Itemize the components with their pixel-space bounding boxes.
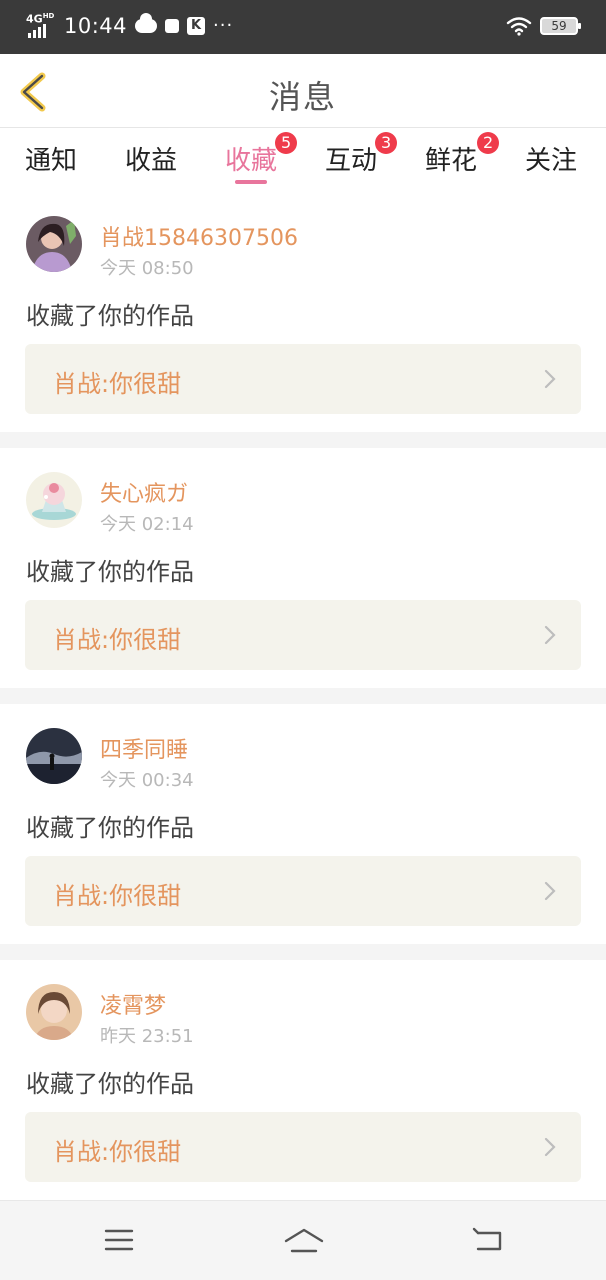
home-icon[interactable] [283, 1227, 325, 1257]
action-text: 收藏了你的作品 [26, 814, 194, 842]
status-bar: 4GHD 10:44 K ··· 59 [0, 0, 606, 54]
tab-interactions[interactable]: 互动 3 [325, 132, 398, 177]
user-avatar[interactable] [26, 216, 82, 272]
tab-label: 互动 [325, 146, 378, 176]
notification-item: 四季同睡 今天 00:34 收藏了你的作品 肖战:你很甜 [0, 704, 606, 944]
unread-badge: 3 [375, 132, 398, 154]
unread-badge: 5 [275, 132, 298, 154]
menu-icon[interactable] [104, 1227, 134, 1253]
avatar-cupcake-icon [26, 472, 82, 528]
work-title: 肖战:你很甜 [53, 882, 182, 910]
username[interactable]: 失心疯ガ [100, 476, 188, 508]
work-link[interactable]: 肖战:你很甜 [25, 1112, 581, 1182]
system-nav-bar [0, 1200, 606, 1280]
tab-label: 收益 [125, 146, 178, 176]
divider [0, 944, 606, 960]
clock: 10:44 [64, 14, 128, 38]
cellular-signal-icon: 4GHD [26, 12, 56, 40]
timestamp: 昨天 23:51 [100, 1026, 194, 1047]
username[interactable]: 四季同睡 [100, 732, 188, 764]
k-app-icon: K [187, 17, 206, 35]
tab-flowers[interactable]: 鲜花 2 [425, 132, 500, 177]
work-link[interactable]: 肖战:你很甜 [25, 856, 581, 926]
timestamp: 今天 08:50 [100, 258, 194, 279]
unread-badge: 2 [477, 132, 500, 154]
avatar-night-sky-icon [26, 728, 82, 784]
divider [0, 432, 606, 448]
timestamp: 今天 02:14 [100, 514, 194, 535]
tab-label: 关注 [525, 146, 578, 176]
work-title: 肖战:你很甜 [53, 370, 182, 398]
work-link[interactable]: 肖战:你很甜 [25, 344, 581, 414]
divider [0, 688, 606, 704]
page-title: 消息 [268, 78, 337, 116]
battery-icon: 59 [540, 17, 581, 35]
notification-item: 肖战15846307506 今天 08:50 收藏了你的作品 肖战:你很甜 [0, 192, 606, 432]
more-notifications-icon: ··· [213, 15, 234, 36]
user-avatar[interactable] [26, 984, 82, 1040]
work-link[interactable]: 肖战:你很甜 [25, 600, 581, 670]
active-tab-indicator [235, 180, 267, 184]
tab-label: 收藏 [225, 146, 278, 176]
avatar-girl-purple-icon [26, 216, 82, 272]
timestamp: 今天 00:34 [100, 770, 194, 791]
username[interactable]: 凌霄梦 [100, 988, 166, 1020]
chevron-right-icon [544, 881, 556, 901]
work-title: 肖战:你很甜 [53, 626, 182, 654]
battery-level: 59 [551, 19, 567, 33]
notification-item: 凌霄梦 昨天 23:51 收藏了你的作品 肖战:你很甜 [0, 960, 606, 1200]
work-title: 肖战:你很甜 [53, 1138, 182, 1166]
action-text: 收藏了你的作品 [26, 558, 194, 586]
tab-bar: 通知 收益 收藏 5 互动 3 鲜花 2 关注 [0, 128, 606, 188]
action-text: 收藏了你的作品 [26, 302, 194, 330]
notification-item: 失心疯ガ 今天 02:14 收藏了你的作品 肖战:你很甜 [0, 448, 606, 688]
username[interactable]: 肖战15846307506 [100, 220, 298, 252]
chevron-right-icon [544, 369, 556, 389]
action-text: 收藏了你的作品 [26, 1070, 194, 1098]
avatar-girl-warm-icon [26, 984, 82, 1040]
back-icon[interactable] [472, 1227, 504, 1255]
chevron-right-icon [544, 1137, 556, 1157]
cloud-icon [135, 13, 158, 33]
tab-follow[interactable]: 关注 [525, 140, 577, 177]
notification-square-icon [165, 19, 180, 33]
tab-label: 鲜花 [425, 146, 478, 176]
user-avatar[interactable] [26, 472, 82, 528]
chevron-right-icon [544, 625, 556, 645]
tab-notice[interactable]: 通知 [25, 140, 77, 177]
user-avatar[interactable] [26, 728, 82, 784]
tab-earnings[interactable]: 收益 [125, 140, 177, 177]
wifi-icon [506, 17, 532, 36]
tab-favorites[interactable]: 收藏 5 [225, 132, 298, 184]
app-header: 消息 [0, 54, 606, 128]
notification-list: 肖战15846307506 今天 08:50 收藏了你的作品 肖战:你很甜 失心… [0, 192, 606, 1200]
tab-label: 通知 [25, 146, 78, 176]
